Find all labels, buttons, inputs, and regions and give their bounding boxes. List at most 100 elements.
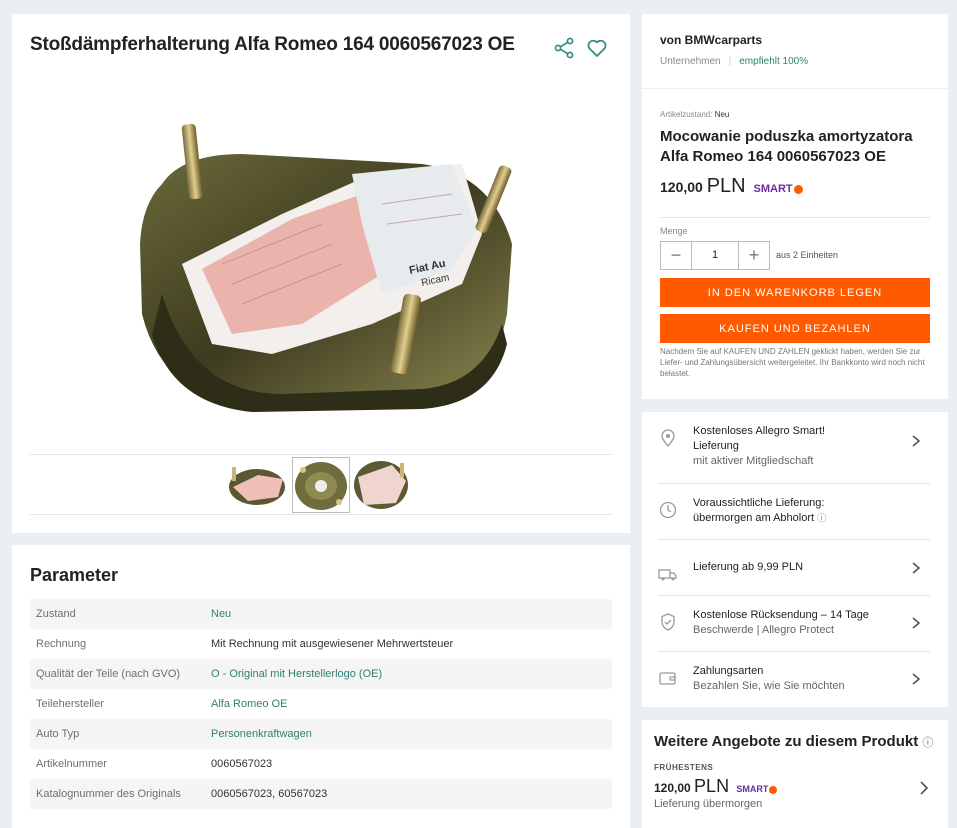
chevron-right-icon[interactable] [910, 434, 922, 447]
seller-name[interactable]: von BMWcarparts [660, 33, 762, 47]
table-row: Katalognummer des Originals 0060567023, 6… [30, 779, 612, 809]
delivery-sub: mit aktiver Mitgliedschaft [693, 455, 814, 467]
param-key: Artikelnummer [36, 758, 107, 770]
param-value: Mit Rechnung mit ausgewiesener Mehrwerts… [211, 638, 454, 650]
divider [658, 539, 930, 540]
param-value-link[interactable]: Neu [211, 608, 231, 620]
offers-title-text: Weitere Angebote zu diesem Produkt [654, 733, 919, 750]
more-offers-card[interactable]: Weitere Angebote zu diesem Produkt ⓘ FRÜ… [642, 720, 948, 828]
thumbnail-2[interactable] [292, 457, 350, 513]
minus-button[interactable]: − [661, 242, 691, 269]
param-value-link[interactable]: O - Original mit Herstellerlogo (OE) [211, 668, 382, 680]
buy-note: Nachdem Sie auf KAUFEN UND ZAHLEN geklic… [660, 347, 925, 378]
offer-price-main: 120,00 [654, 781, 691, 795]
info-icon[interactable]: ⓘ [922, 737, 933, 749]
table-row: Qualität der Teile (nach GVO) O - Origina… [30, 659, 612, 689]
divider [660, 217, 930, 218]
quantity-input[interactable]: 1 [691, 242, 739, 269]
map-pin-icon [658, 428, 678, 448]
delivery-item-smart[interactable]: Kostenloses Allegro Smart! Lieferung mit a… [658, 424, 930, 480]
delivery-line: Voraussichtliche Lieferung: [693, 497, 825, 509]
delivery-sub: Bezahlen Sie, wie Sie möchten [693, 680, 845, 692]
price-currency: PLN [706, 175, 746, 197]
condition-value: Neu [714, 110, 730, 119]
offers-title: Weitere Angebote zu diesem Produkt ⓘ [654, 733, 933, 750]
buy-box: Artikelzustand: Neu Mocowanie poduszka a… [642, 89, 948, 399]
param-key: Katalognummer des Originals [36, 788, 181, 800]
delivery-line: Lieferung ab 9,99 PLN [693, 561, 804, 573]
offer-price-currency: PLN [694, 776, 730, 796]
quantity-stepper: − 1 + [660, 241, 770, 270]
offer-price: 120,00 PLN SMART [654, 776, 778, 797]
delivery-sub: Beschwerde | Allegro Protect [693, 624, 835, 636]
quantity-label: Menge [660, 226, 688, 236]
info-icon[interactable]: ⓘ [817, 513, 826, 523]
delivery-line: Kostenlose Rücksendung – 14 Tage [693, 609, 869, 621]
smart-dot-icon [769, 785, 778, 794]
param-value-link[interactable]: Alfa Romeo OE [211, 698, 287, 710]
product-main-image[interactable]: Fiat Au Ricam [122, 94, 522, 454]
divider [658, 483, 930, 484]
delivery-item-returns[interactable]: Kostenlose Rücksendung – 14 Tage Beschwer… [658, 608, 930, 664]
price: 120,00 PLN SMART [660, 175, 803, 198]
delivery-line: übermorgen am Abholort [693, 512, 815, 524]
table-row: Artikelnummer 0060567023 [30, 749, 612, 779]
availability: aus 2 Einheiten [776, 250, 839, 260]
offer-delivery: Lieferung übermorgen [654, 798, 763, 810]
buy-now-button[interactable]: KAUFEN UND BEZAHLEN [660, 314, 930, 343]
param-key: Rechnung [36, 638, 87, 650]
delivery-line: Kostenloses Allegro Smart! [693, 425, 826, 437]
share-icon[interactable] [552, 36, 576, 60]
smart-badge: SMART [736, 784, 778, 794]
divider [658, 651, 930, 652]
seller-type: Unternehmen [660, 56, 721, 67]
table-row: Teilehersteller Alfa Romeo OE [30, 689, 612, 719]
parameters-table: Zustand Neu Rechnung Mit Rechnung mit ausg… [30, 599, 612, 809]
param-value: 0060567023 [211, 758, 273, 770]
delivery-line: Zahlungsarten [693, 665, 764, 677]
chevron-right-icon[interactable] [910, 561, 922, 574]
param-key: Zustand [36, 608, 76, 620]
smart-label: SMART [736, 784, 769, 794]
gallery-card: Stoßdämpferhalterung Alfa Romeo 164 0060… [12, 14, 630, 533]
table-row: Zustand Neu [30, 599, 612, 629]
condition-label: Artikelzustand: [660, 110, 713, 119]
smart-badge: SMART [754, 183, 803, 195]
wallet-icon [658, 668, 678, 688]
clock-icon [658, 500, 678, 520]
param-key: Teilehersteller [36, 698, 104, 710]
thumbnail-1[interactable] [228, 457, 286, 513]
chevron-right-icon[interactable] [910, 616, 922, 629]
shield-icon [658, 612, 678, 632]
table-row: Auto Typ Personenkraftwagen [30, 719, 612, 749]
price-main: 120,00 [660, 179, 703, 195]
product-title: Mocowanie poduszka amortyzatora Alfa Rom… [660, 128, 913, 165]
plus-button[interactable]: + [739, 242, 769, 269]
parameters-title: Parameter [30, 565, 119, 585]
param-value-link[interactable]: Personenkraftwagen [211, 728, 312, 740]
thumbnail-3[interactable] [352, 457, 410, 513]
delivery-item-payment[interactable]: Zahlungsarten Bezahlen Sie, wie Sie möcht… [658, 664, 930, 720]
seller-rating[interactable]: empfiehlt 100% [739, 56, 808, 67]
delivery-card: Kostenloses Allegro Smart! Lieferung mit a… [642, 412, 948, 707]
table-row: Rechnung Mit Rechnung mit ausgewiesener M… [30, 629, 612, 659]
delivery-item-estimate: Voraussichtliche Lieferung: übermorgen am… [658, 496, 930, 552]
condition: Artikelzustand: Neu [660, 110, 729, 119]
truck-icon [658, 564, 678, 584]
param-key: Qualität der Teile (nach GVO) [36, 668, 181, 680]
smart-label: SMART [753, 183, 793, 195]
add-to-cart-button[interactable]: IN DEN WARENKORB LEGEN [660, 278, 930, 307]
seller-meta: Unternehmen | empfiehlt 100% [660, 56, 809, 67]
parameters-card: Parameter Zustand Neu Rechnung Mit Rechnun… [12, 545, 630, 828]
param-key: Auto Typ [36, 728, 80, 740]
product-title-de: Stoßdämpferhalterung Alfa Romeo 164 0060… [30, 34, 515, 55]
seller-card: von BMWcarparts Unternehmen | empfiehlt 10… [642, 14, 948, 88]
delivery-line: Lieferung [693, 440, 739, 452]
heart-icon[interactable] [585, 36, 609, 60]
param-value: 0060567023, 60567023 [211, 788, 328, 800]
earliest-label: FRÜHESTENS [654, 763, 714, 772]
divider [658, 595, 930, 596]
thumbnail-strip [30, 454, 612, 515]
chevron-right-icon[interactable] [910, 672, 922, 685]
chevron-right-icon[interactable] [918, 781, 930, 795]
